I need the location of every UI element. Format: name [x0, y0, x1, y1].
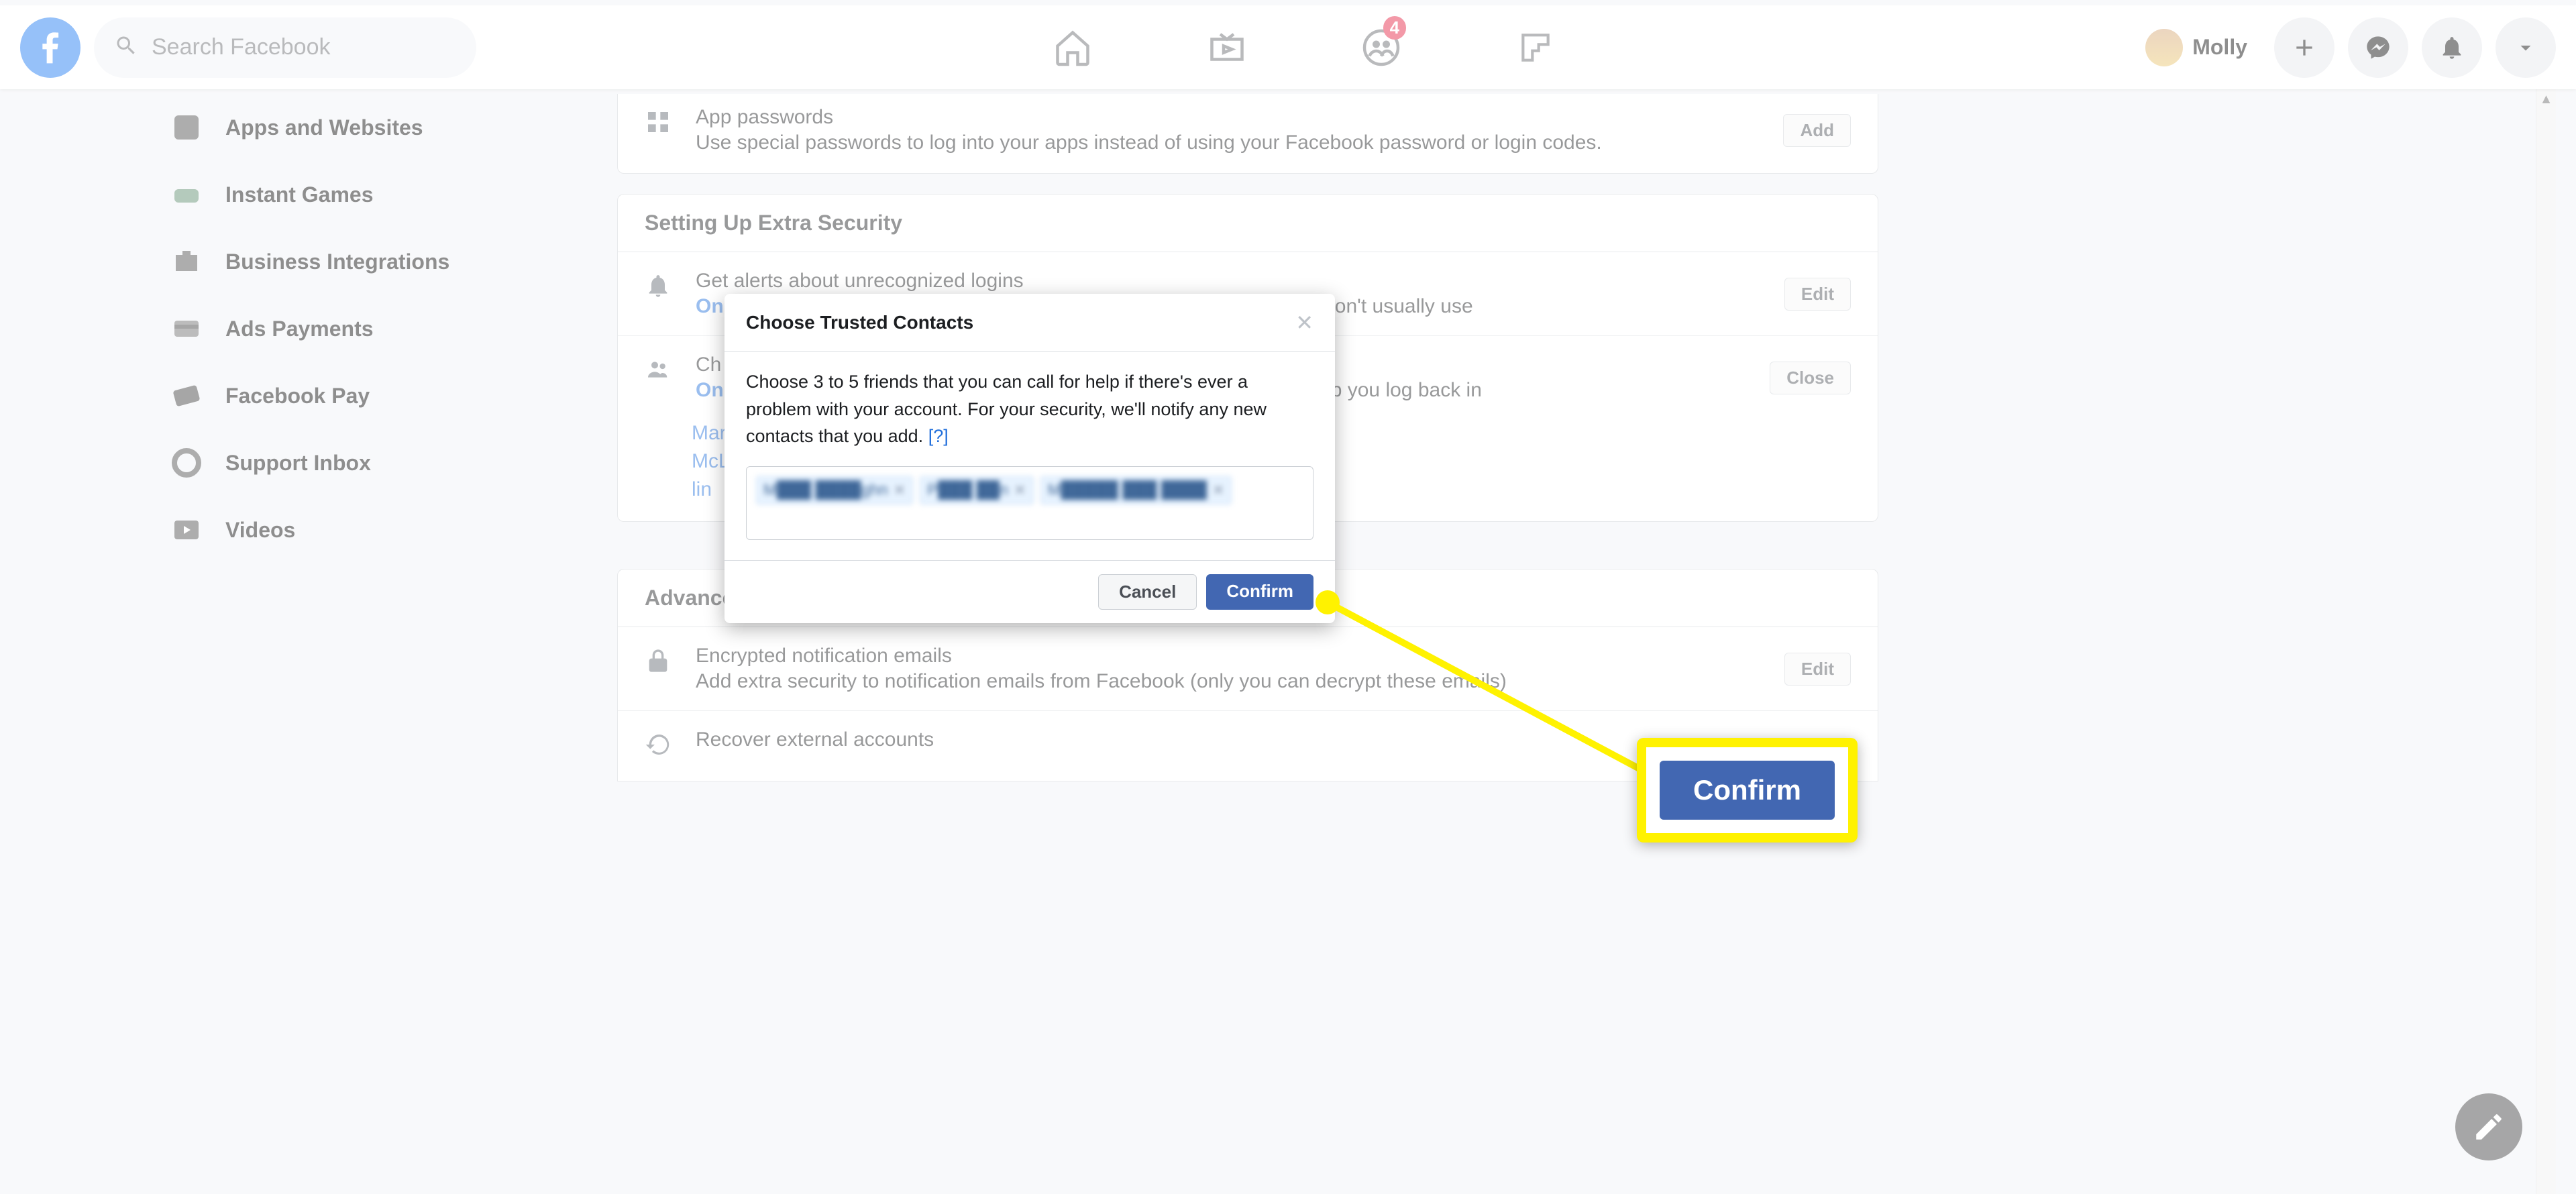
modal-body-text: Choose 3 to 5 friends that you can call … [746, 368, 1313, 450]
remove-icon[interactable]: ✕ [1212, 482, 1224, 499]
callout-highlight: Confirm [1637, 738, 1858, 843]
cancel-button[interactable]: Cancel [1098, 574, 1197, 610]
confirm-button[interactable]: Confirm [1206, 574, 1313, 610]
confirm-button-callout: Confirm [1660, 761, 1835, 820]
help-link[interactable]: [?] [928, 426, 949, 446]
contacts-input[interactable]: M███ ████ghn✕ P███ ██n✕ M█████ ███ ████✕ [746, 466, 1313, 540]
remove-icon[interactable]: ✕ [1014, 482, 1026, 499]
modal-title: Choose Trusted Contacts [746, 312, 973, 333]
contact-chip[interactable]: P███ ██n✕ [920, 476, 1033, 504]
contact-chip[interactable]: M███ ████ghn✕ [756, 476, 913, 504]
remove-icon[interactable]: ✕ [894, 482, 906, 499]
trusted-contacts-modal: Choose Trusted Contacts ✕ Choose 3 to 5 … [724, 294, 1335, 623]
contact-chip[interactable]: M█████ ███ ████✕ [1040, 476, 1232, 504]
close-icon[interactable]: ✕ [1295, 310, 1313, 335]
